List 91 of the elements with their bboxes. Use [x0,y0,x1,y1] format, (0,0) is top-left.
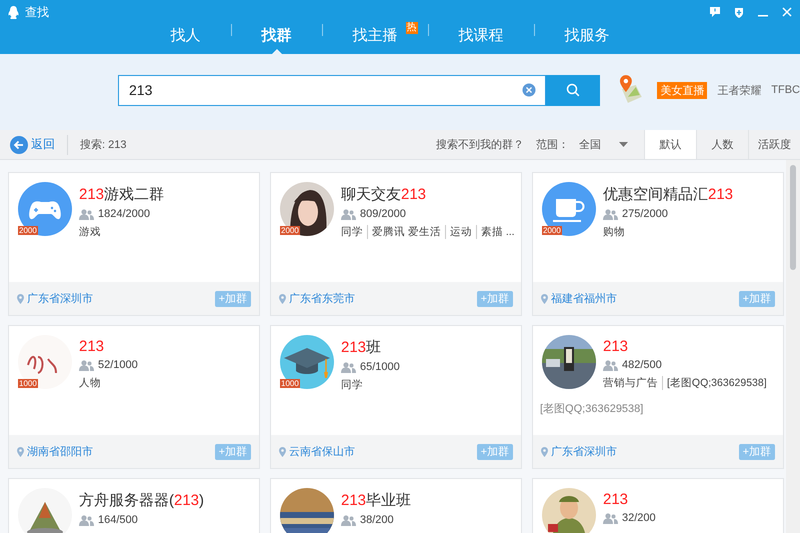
group-title[interactable]: 优惠空间精品汇213 [603,185,775,204]
tab[interactable]: 找服务 [534,24,640,46]
location-pin-icon [541,294,548,304]
members-icon [341,362,356,372]
group-tag: 运动 [444,225,472,239]
group-tag: 同学 [341,225,363,239]
member-count: 164/500 [98,514,138,526]
location-pin-icon [17,294,24,304]
level-badge: 1000 [18,379,38,388]
location-link[interactable]: 广东省深圳市 [27,291,93,306]
search-field[interactable]: 213 [118,74,546,106]
scrollbar[interactable] [786,160,800,533]
group-tag: 素描 ... [476,225,515,239]
group-tag: 游戏 [79,225,101,239]
member-count: 65/1000 [360,361,400,373]
quick-link[interactable]: TFBC [771,84,800,96]
group-title[interactable]: 213班 [341,338,513,357]
shield-plus-icon[interactable] [734,6,744,18]
members-icon [603,512,618,524]
group-title[interactable]: 聊天交友213 [341,185,513,204]
speech-bubble-icon[interactable] [710,7,720,17]
tab[interactable]: 找课程 [428,24,534,46]
member-count: 38/200 [360,514,394,526]
group-title[interactable]: 213毕业班 [341,491,513,510]
location-link[interactable]: 福建省福州市 [551,291,617,306]
search-icon [566,83,580,97]
level-badge: 2000 [542,226,562,235]
level-badge: 2000 [280,226,300,235]
members-icon [341,208,356,220]
location-link[interactable]: 广东省东莞市 [289,291,355,306]
group-tag: 营销与广告 [603,376,658,390]
location-pin-icon [279,446,286,456]
search-query-label: 搜索: 213 [80,138,126,152]
quick-link[interactable]: 王者荣耀 [717,82,762,98]
search-button[interactable] [546,74,600,106]
location-pin-icon [279,294,286,304]
group-title[interactable]: 213游戏二群 [79,185,251,204]
sort-tab[interactable]: 默认 [644,130,696,159]
group-tag: 购物 [603,225,625,239]
group-title[interactable]: 213 [603,338,775,355]
gamepad-icon [18,182,72,236]
sort-tab[interactable]: 人数 [696,130,748,159]
back-link[interactable]: 返回 [10,136,55,154]
member-count: 1824/2000 [98,208,150,220]
penguin-icon [8,6,19,18]
group-description: [老图QQ;363629538] [540,403,644,415]
cup-icon [542,182,596,236]
group-title[interactable]: 213 [79,338,251,355]
range-label: 范围： [536,138,569,152]
group-title[interactable]: 213 [603,491,775,508]
location-pin-icon [17,446,24,456]
level-badge: 2000 [18,226,38,235]
member-count: 32/200 [622,512,656,524]
group-tag: [老图QQ;363629538] [662,376,767,390]
members-icon [341,514,356,526]
members-icon [79,208,94,220]
group-title[interactable]: 方舟服务器器(213) [79,491,251,510]
join-group-button[interactable]: +加群 [214,444,251,460]
sort-tab[interactable]: 活跃度 [748,130,800,159]
join-group-button[interactable]: +加群 [476,444,513,460]
members-icon [79,360,94,370]
location-link[interactable]: 湖南省邵阳市 [27,444,93,459]
join-group-button[interactable]: +加群 [214,290,251,306]
join-group-button[interactable]: +加群 [476,290,513,306]
hot-badge: 热 [406,22,418,34]
live-link[interactable]: 美女直播 [657,82,708,98]
clear-icon[interactable] [522,82,536,96]
group-tag: 爱腾讯 爱生活 [367,225,441,239]
help-link[interactable]: 搜索不到我的群？ [436,137,524,152]
location-link[interactable]: 云南省保山市 [289,444,355,459]
caret-icon [619,142,628,147]
member-count: 482/500 [622,359,662,371]
location-link[interactable]: 广东省深圳市 [551,444,617,459]
member-count: 809/2000 [360,208,406,220]
window-title: 查找 [25,4,49,20]
member-count: 275/2000 [622,208,668,220]
tab[interactable]: 找群 [232,24,322,46]
member-count: 52/1000 [98,359,138,371]
members-icon [79,514,94,526]
join-group-button[interactable]: +加群 [738,444,775,460]
location-pin-icon [541,446,548,456]
members-icon [603,208,618,220]
group-tag: 同学 [341,378,363,392]
graduation-cap-icon [280,335,334,389]
level-badge: 1000 [280,379,300,388]
join-group-button[interactable]: +加群 [738,290,775,306]
range-dropdown[interactable]: 全国 [579,137,628,152]
members-icon [603,360,618,370]
close-icon[interactable] [782,7,792,17]
group-tag: 人物 [79,376,101,390]
tab[interactable]: 找人 [140,24,230,46]
